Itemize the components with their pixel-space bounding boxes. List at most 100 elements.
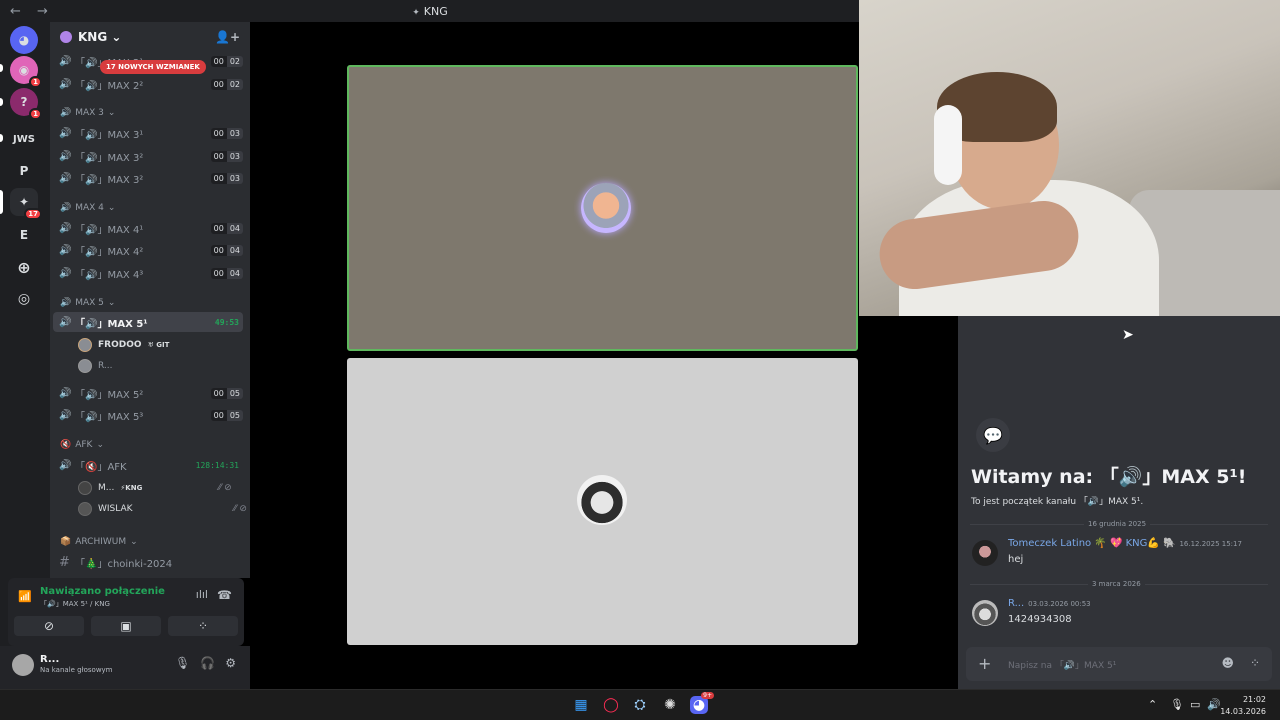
speaker-icon: 🔊 xyxy=(60,108,72,118)
video-tile[interactable] xyxy=(347,358,858,645)
network-icon[interactable]: ▭ xyxy=(1190,698,1200,711)
unread-pill xyxy=(0,98,3,106)
chevron-down-icon: ⌄ xyxy=(107,298,116,308)
steam-icon[interactable]: ⛭ xyxy=(631,696,649,714)
guild-e[interactable]: E xyxy=(10,221,38,249)
discord-home-icon[interactable]: ◕ xyxy=(10,26,38,54)
category-archiwum[interactable]: 📦 ARCHIWUM ⌄ xyxy=(60,537,138,547)
channel-max4-1[interactable]: 🔊 「🔊」MAX 4¹ 00 04 xyxy=(53,218,243,238)
speaker-icon: 🔊 xyxy=(59,267,72,279)
channel-max5-1[interactable]: 🔊 「🔊」MAX 5¹ 49:53 xyxy=(53,312,243,332)
opera-icon[interactable]: ◯ xyxy=(602,696,620,714)
message-author[interactable]: Tomeczek Latino 🌴 💖 KNG💪 🐘 16.12.2025 15:… xyxy=(1008,538,1242,549)
avatar xyxy=(78,359,92,373)
message-text: 1424934308 xyxy=(1008,614,1072,625)
channel-max3-2[interactable]: 🔊 「🔊」MAX 3² 00 03 xyxy=(53,146,243,166)
speaker-icon: 🔊 xyxy=(59,172,72,184)
voice-user[interactable]: FRODOO ♅ GIT xyxy=(78,338,169,352)
noise-suppression-icon[interactable]: ılıl xyxy=(196,588,208,601)
channel-max5-3[interactable]: 🔊 「🔊」MAX 5³ 00 05 xyxy=(53,405,243,425)
microphone-icon[interactable]: 🎙 xyxy=(175,656,190,670)
channel-max4-3[interactable]: 🔊 「🔊」MAX 4³ 00 04 xyxy=(53,263,243,283)
chevron-down-icon: ⌄ xyxy=(96,440,105,450)
speaker-icon: 🔊 xyxy=(59,127,72,139)
avatar[interactable] xyxy=(972,600,998,626)
muted-icons: ⁄⁄ ⊘ xyxy=(218,483,232,493)
speaker-icon: 🔊 xyxy=(60,298,72,308)
microphone-icon[interactable]: 🎙 xyxy=(1170,698,1184,711)
connection-status[interactable]: Nawiązano połączenie xyxy=(40,586,165,597)
guild-dm[interactable]: ◉ 1 xyxy=(10,56,42,88)
discord-icon[interactable]: ◕ 9+ xyxy=(690,692,714,714)
user-controls: 🎙 🎧 ⚙ xyxy=(175,656,236,670)
muted-icons: ⁄⁄ ⊘ xyxy=(233,504,247,514)
connection-channel[interactable]: 「🔊」MAX 5¹ / KNG xyxy=(40,599,110,609)
speaker-icon: 🔊 xyxy=(59,409,72,421)
gear-icon[interactable]: ⚙ xyxy=(225,656,236,670)
category-max4[interactable]: 🔊 MAX 4 ⌄ xyxy=(60,203,115,213)
chatgpt-icon[interactable]: ✺ xyxy=(661,696,679,714)
unread-pill xyxy=(0,134,3,142)
category-max5[interactable]: 🔊 MAX 5 ⌄ xyxy=(60,298,115,308)
speaker-icon: 🔊 xyxy=(59,55,72,67)
system-clock[interactable]: 21:02 14.03.2026 xyxy=(1220,694,1266,718)
speaker-icon: 🔊 xyxy=(59,316,72,328)
screen-share-button[interactable]: ▣ xyxy=(91,616,161,636)
add-server-icon[interactable]: ⊕ xyxy=(10,253,38,281)
category-max3[interactable]: 🔊 MAX 3 ⌄ xyxy=(60,108,115,118)
speaker-icon: 🔊 xyxy=(59,387,72,399)
chevron-down-icon: ⌄ xyxy=(130,537,138,547)
user-status: Na kanale głosowym xyxy=(40,666,113,674)
apps-icon[interactable]: ⁘ xyxy=(1250,656,1260,670)
invite-icon[interactable]: 👤+ xyxy=(215,30,240,44)
channel-max5-2[interactable]: 🔊 「🔊」MAX 5² 00 05 xyxy=(53,383,243,403)
username[interactable]: R... xyxy=(40,654,59,665)
mention-banner[interactable]: 17 NOWYCH WZMIANEK xyxy=(100,60,206,74)
guild-jws[interactable]: JWS xyxy=(10,125,38,153)
plus-icon[interactable]: + xyxy=(978,654,991,673)
guild-p[interactable]: P xyxy=(10,157,38,185)
disconnect-icon[interactable]: ☎ xyxy=(217,588,232,602)
channel-max4-2[interactable]: 🔊 「🔊」MAX 4² 00 04 xyxy=(53,240,243,260)
signal-icon[interactable]: 📶 xyxy=(18,590,32,603)
chevron-up-icon[interactable]: ⌃ xyxy=(1148,698,1157,711)
windows-start-icon[interactable]: ▦ xyxy=(572,696,590,714)
explore-icon[interactable]: ◎ xyxy=(10,285,38,313)
selected-pill xyxy=(0,190,3,214)
mouse-cursor-icon: ➤ xyxy=(1122,327,1134,343)
channel-max3-1[interactable]: 🔊 「🔊」MAX 3¹ 00 03 xyxy=(53,123,243,143)
category-afk[interactable]: 🔇 AFK ⌄ xyxy=(60,440,104,450)
channel-afk[interactable]: 🔊 「🔇」AFK 128:14:31 xyxy=(53,455,243,475)
emoji-icon[interactable]: ☻ xyxy=(1221,656,1234,670)
message-input[interactable]: Napisz na 「🔊」MAX 5¹ xyxy=(1008,658,1116,671)
volume-icon[interactable]: 🔊 xyxy=(1207,698,1221,711)
avatar[interactable] xyxy=(12,654,34,676)
server-header[interactable]: KNG ⌄ 👤+ xyxy=(50,22,250,52)
voice-user[interactable]: M... ⚡KNG ⁄⁄ ⊘ xyxy=(78,481,232,495)
message-author[interactable]: R... 03.03.2026 00:53 xyxy=(1008,598,1091,609)
message-composer[interactable]: + Napisz na 「🔊」MAX 5¹ ☻ ⁘ xyxy=(966,647,1272,681)
video-tile-speaking[interactable] xyxy=(347,65,858,351)
screen-share-icon: ▣ xyxy=(120,619,132,633)
speaker-icon: 🔊 xyxy=(59,244,72,256)
channel-choinki[interactable]: # 「🎄」choinki-2024 xyxy=(53,552,243,572)
headphones-icon[interactable]: 🎧 xyxy=(200,656,215,670)
speaker-icon: 🔊 xyxy=(59,222,72,234)
history-nav[interactable]: ← → xyxy=(10,4,54,19)
chevron-down-icon: ⌄ xyxy=(107,108,116,118)
channel-sidebar: KNG ⌄ 👤+ 🔊「🔊」MAX 2¹0002 🔊「🔊」MAX 2²0002 🔊… xyxy=(50,22,250,578)
guild-question[interactable]: ? 1 xyxy=(10,88,42,120)
camera-button[interactable]: ⊘ xyxy=(14,616,84,636)
date-label: 3 marca 2026 xyxy=(1088,580,1145,588)
voice-user[interactable]: R... xyxy=(78,359,113,373)
message-text: hej xyxy=(1008,554,1024,565)
voice-user[interactable]: WISLAK ⁄⁄ ⊘ xyxy=(78,502,247,516)
muted-speaker-icon: 🔇 xyxy=(60,440,72,450)
activities-button[interactable]: ⁘ xyxy=(168,616,238,636)
activities-icon: ⁘ xyxy=(197,619,209,633)
avatar[interactable] xyxy=(972,540,998,566)
guild-kng[interactable]: ✦ 17 xyxy=(10,188,42,220)
camera-off-icon: ⊘ xyxy=(43,619,55,633)
channel-max3-3[interactable]: 🔊 「🔊」MAX 3² 00 03 xyxy=(53,168,243,188)
channel-max2-2[interactable]: 🔊 「🔊」MAX 2² 00 02 xyxy=(53,74,243,94)
